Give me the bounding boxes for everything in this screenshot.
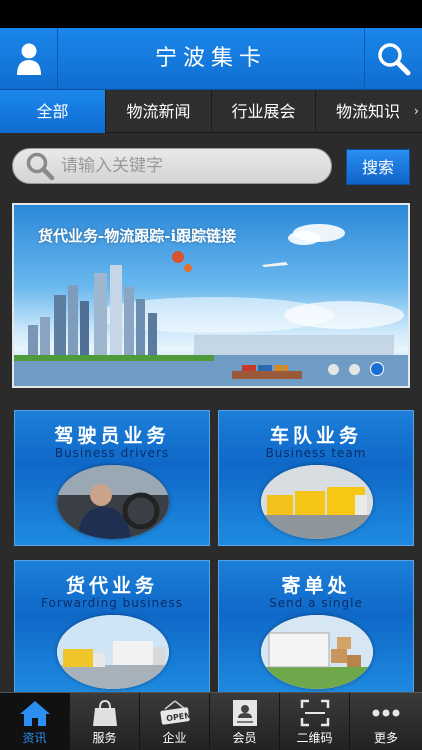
card-subtitle: Business team [265,446,367,460]
magnifier-icon [26,152,55,181]
tab-industry-expo[interactable]: 行业展会 [212,90,316,133]
search-row: 搜索 [0,145,422,190]
tabs-right-arrow-icon[interactable]: › [414,90,419,133]
carousel-dot[interactable] [328,363,339,375]
card-send-single[interactable]: 寄单处 Send a single [218,560,414,696]
nav-label: 企业 [162,731,187,745]
nav-qrcode[interactable]: 二维码 [280,693,350,750]
open-sign-icon: OPEN [159,700,191,725]
status-bar [0,0,422,28]
card-business-team[interactable]: 车队业务 Business team [218,410,414,546]
carousel-dot[interactable] [349,363,360,375]
carousel-dot-active[interactable] [370,362,384,376]
nav-label: 服务 [92,731,117,745]
user-icon [16,43,41,75]
search-input[interactable] [61,156,311,176]
nav-service[interactable]: 服务 [70,693,140,750]
cargo-trucks-image [57,615,169,689]
tab-all[interactable]: 全部 [0,90,106,133]
card-forwarding-business[interactable]: 货代业务 Forwarding business [14,560,210,696]
nav-label: 会员 [232,731,257,745]
nav-label: 资讯 [22,731,47,745]
tab-logistics-news[interactable]: 物流新闻 [106,90,212,133]
card-title: 车队业务 [269,425,362,447]
nav-label: 二维码 [296,731,333,745]
nav-label: 更多 [373,731,398,745]
carousel-dots [328,362,384,376]
nav-more[interactable]: 更多 [350,693,422,750]
app-header: 宁波集卡 [0,28,422,90]
truck-fleet-image [261,465,373,539]
promo-banner[interactable]: 货代业务-物流跟踪-i跟踪链接 [12,203,410,388]
card-title: 寄单处 [281,575,351,597]
tab-logistics-knowledge[interactable]: 物流知识 [316,90,420,133]
search-box [12,148,332,184]
search-icon [377,43,410,76]
driver-photo-image [57,465,169,539]
nav-member[interactable]: 会员 [210,693,280,750]
nav-news[interactable]: 资讯 [0,693,70,750]
card-title: 驾驶员业务 [54,425,170,447]
home-icon [19,701,50,726]
card-business-drivers[interactable]: 驾驶员业务 Business drivers [14,410,210,546]
bottom-nav: 资讯 服务 OPEN 企业 会员 二维码 更多 [0,692,422,750]
card-subtitle: Business drivers [54,446,170,460]
qr-scan-icon [300,699,329,727]
nav-enterprise[interactable]: OPEN 企业 [140,693,210,750]
user-button[interactable] [0,28,58,90]
card-title: 货代业务 [65,575,158,597]
parcels-truck-image [261,615,373,689]
id-card-icon [232,700,257,726]
more-icon [372,709,400,717]
category-tabs: ‹ 全部 物流新闻 行业展会 物流知识 › [0,90,422,133]
card-subtitle: Send a single [269,596,363,610]
app-title: 宁波集卡 [154,46,267,71]
search-button[interactable]: 搜索 [346,149,410,185]
card-subtitle: Forwarding business [41,596,183,610]
search-toggle-button[interactable] [364,28,422,90]
banner-caption: 货代业务-物流跟踪-i跟踪链接 [38,227,237,245]
bag-icon [92,699,117,726]
